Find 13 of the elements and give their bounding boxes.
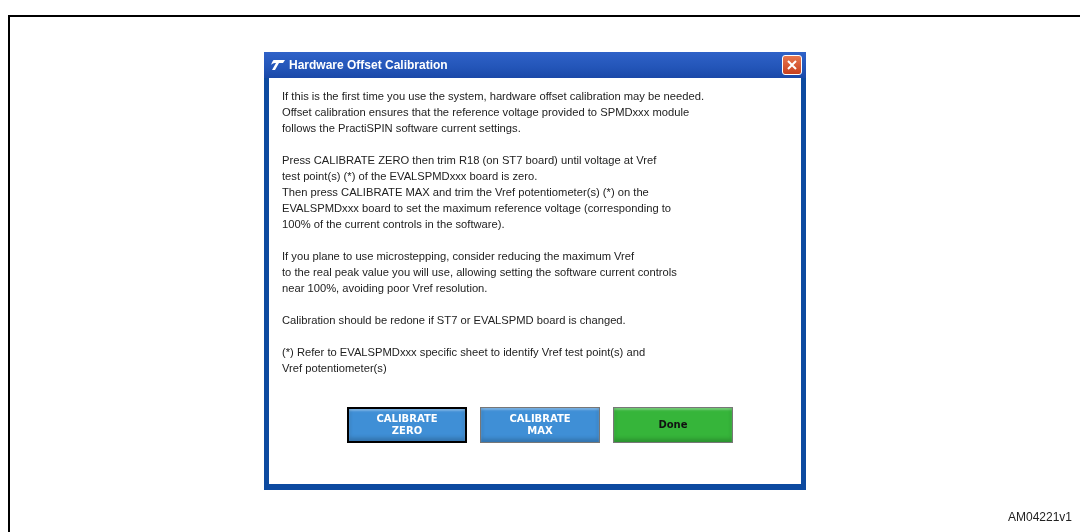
close-icon (787, 60, 797, 70)
window-title: Hardware Offset Calibration (289, 58, 449, 72)
calibration-button[interactable]: CALIBRATE ZERO (347, 407, 467, 443)
paragraph: If you plane to use microstepping, consider reducing the maximum Vref to the real peak value you will use, allowing setting the software current controls near 100%, avoiding poor Vref resolution. (282, 249, 678, 296)
paragraph: (*) Refer to EVALSPMDxxx specific sheet to identify Vref test point(s) and Vref potentiometer(s) (282, 345, 647, 376)
paragraph: Press CALIBRATE ZERO then trim R18 (on ST7 board) until voltage at Vref test point(s) (*) of the EVALSPMDxxx board is zero. Then press CALIBRATE MAX and trim the Vref potentiometer(s) (*) on the EVALSPMDxxx board to set the maximum reference voltage (corresponding to 100% of the current controls in the software). (282, 153, 673, 232)
calibration-button[interactable]: CALIBRATE MAX (480, 407, 600, 443)
figure-id: AM04221v1 (1007, 510, 1072, 524)
logo-icon (271, 60, 285, 70)
paragraph: Calibration should be redone if ST7 or EVALSPMD board is changed. (282, 313, 627, 328)
close-button[interactable] (782, 55, 802, 75)
paragraph: If this is the first time you use the system, hardware offset calibration may be needed. Offset calibration ensures that the reference voltage provided to SPMDxxx module follows the PractiSPIN software current settings. (282, 89, 706, 136)
calibration-button[interactable]: Done (613, 407, 733, 443)
